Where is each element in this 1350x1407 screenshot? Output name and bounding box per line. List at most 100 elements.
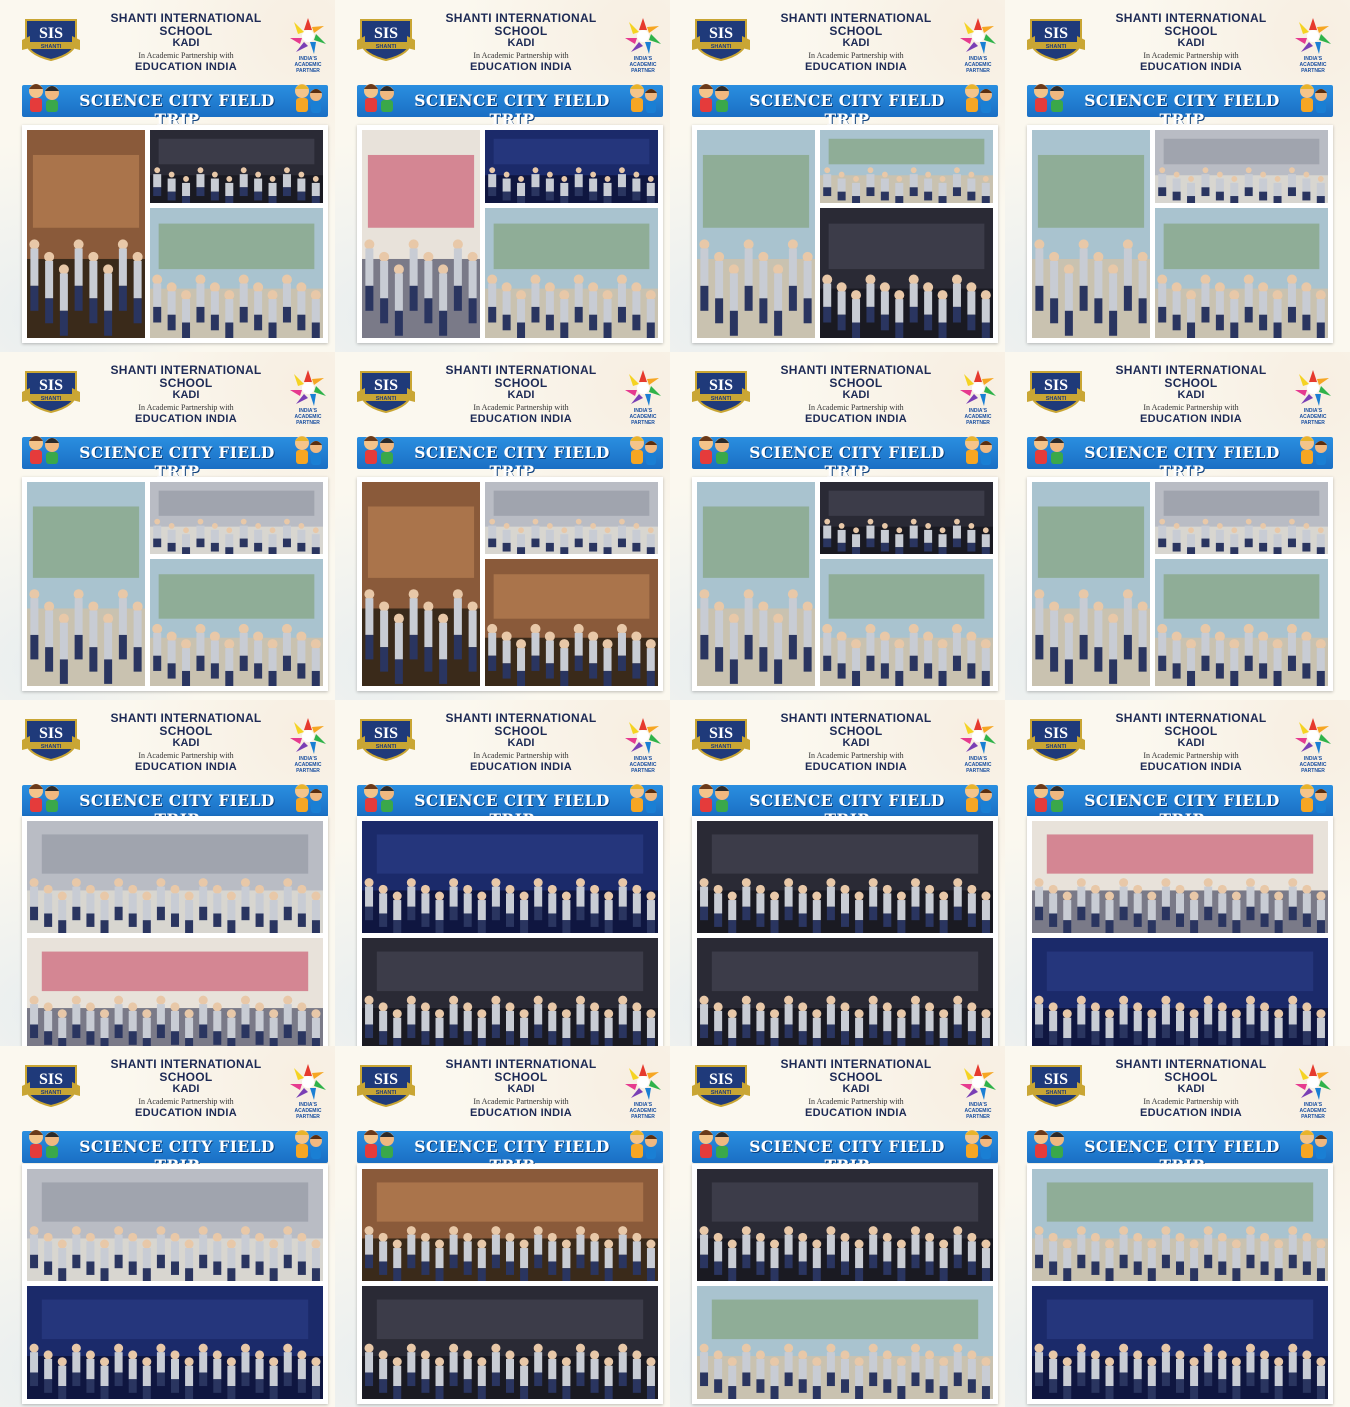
partner-logo-caption: INDIA'S ACADEMIC PARTNER [294, 56, 322, 74]
school-name-block: SHANTI INTERNATIONAL SCHOOL KADI In Acad… [1091, 1058, 1291, 1120]
photo-students-group-museum [485, 482, 658, 554]
sis-crest-icon: SIS SHANTI [357, 14, 415, 62]
svg-text:SHANTI: SHANTI [41, 396, 62, 402]
school-name-block: SHANTI INTERNATIONAL SCHOOL KADI In Acad… [86, 12, 286, 74]
kids-right-icon [630, 1130, 657, 1159]
title-banner: SCIENCE CITY FIELD TRIP [692, 784, 998, 829]
svg-text:SIS: SIS [709, 725, 733, 742]
kids-left-icon [364, 1130, 394, 1158]
poster-header: SIS SHANTI SHANTI INTERNATIONAL SCHOOL K… [335, 1046, 670, 1120]
svg-text:SHANTI: SHANTI [41, 44, 62, 50]
school-location: KADI [842, 37, 870, 50]
sis-crest-icon: SIS SHANTI [357, 1060, 415, 1108]
kids-right-icon [630, 784, 657, 813]
banner-title: SCIENCE CITY FIELD TRIP [749, 443, 945, 481]
svg-text:SIS: SIS [374, 1071, 398, 1088]
photo-collage [357, 477, 663, 691]
partner-logo-caption: INDIA'S ACADEMIC PARTNER [964, 56, 992, 74]
banner-title: SCIENCE CITY FIELD TRIP [414, 91, 610, 129]
poster-header: SIS SHANTI SHANTI INTERNATIONAL SCHOOL K… [1005, 0, 1350, 74]
poster-grid: SIS SHANTI SHANTI INTERNATIONAL SCHOOL K… [0, 0, 1350, 1407]
photo-students-3d-theatre [820, 482, 993, 554]
photo-collage [357, 1164, 663, 1404]
photo-collage [22, 477, 328, 691]
svg-text:SIS: SIS [1044, 725, 1068, 742]
school-location: KADI [507, 389, 535, 402]
kids-left-icon [699, 784, 729, 812]
partnership-label: In Academic Partnership with [138, 1096, 234, 1106]
sis-crest-icon: SIS SHANTI [357, 714, 415, 762]
school-name-block: SHANTI INTERNATIONAL SCHOOL KADI In Acad… [1091, 12, 1291, 74]
school-name: SHANTI INTERNATIONAL SCHOOL [1115, 1057, 1267, 1084]
svg-text:SHANTI: SHANTI [1046, 1090, 1067, 1096]
partner-name: EDUCATION INDIA [804, 413, 908, 426]
title-banner: SCIENCE CITY FIELD TRIP [692, 84, 998, 129]
photo-collage [357, 816, 663, 1046]
photo-students-3d-theatre-bubbles [697, 938, 993, 1046]
partner-name: EDUCATION INDIA [1139, 413, 1243, 426]
kids-right-icon [295, 84, 322, 113]
school-name: SHANTI INTERNATIONAL SCHOOL [110, 363, 262, 390]
school-name: SHANTI INTERNATIONAL SCHOOL [110, 11, 262, 38]
school-location: KADI [507, 737, 535, 750]
sis-crest-icon: SIS SHANTI [22, 1060, 80, 1108]
svg-text:SIS: SIS [709, 377, 733, 394]
poster-card-4: SIS SHANTI SHANTI INTERNATIONAL SCHOOL K… [1005, 0, 1350, 352]
poster-header: SIS SHANTI SHANTI INTERNATIONAL SCHOOL K… [335, 0, 670, 74]
poster-card-5: SIS SHANTI SHANTI INTERNATIONAL SCHOOL K… [0, 352, 335, 700]
school-location: KADI [172, 1083, 200, 1096]
school-location: KADI [1177, 737, 1205, 750]
partner-name: EDUCATION INDIA [469, 761, 573, 774]
photo-students-group-courtyard [820, 130, 993, 203]
partnership-label: In Academic Partnership with [473, 1096, 569, 1106]
kids-right-icon [965, 436, 992, 465]
school-name: SHANTI INTERNATIONAL SCHOOL [445, 1057, 597, 1084]
kids-left-icon [699, 1130, 729, 1158]
kids-left-icon [1034, 784, 1064, 812]
partner-name: EDUCATION INDIA [134, 1107, 238, 1120]
education-india-logo-icon: INDIA'S ACADEMIC PARTNER [956, 368, 1000, 426]
sis-crest-icon: SIS SHANTI [692, 366, 750, 414]
banner-title: SCIENCE CITY FIELD TRIP [414, 443, 610, 481]
school-name-block: SHANTI INTERNATIONAL SCHOOL KADI In Acad… [756, 1058, 956, 1120]
partnership-label: In Academic Partnership with [1143, 402, 1239, 412]
school-name-block: SHANTI INTERNATIONAL SCHOOL KADI In Acad… [86, 1058, 286, 1120]
title-banner: SCIENCE CITY FIELD TRIP [357, 784, 663, 829]
photo-collage [692, 477, 998, 691]
svg-text:SIS: SIS [1044, 1071, 1068, 1088]
kids-right-icon [630, 436, 657, 465]
svg-text:SHANTI: SHANTI [711, 44, 732, 50]
poster-header: SIS SHANTI SHANTI INTERNATIONAL SCHOOL K… [0, 1046, 335, 1120]
photo-students-world-map-wall [1032, 1286, 1328, 1399]
photo-heart-model-exhibit [27, 130, 145, 338]
photo-students-seated-floor [27, 821, 323, 933]
poster-card-1: SIS SHANTI SHANTI INTERNATIONAL SCHOOL K… [0, 0, 335, 352]
partner-name: EDUCATION INDIA [1139, 761, 1243, 774]
school-name: SHANTI INTERNATIONAL SCHOOL [110, 711, 262, 738]
partner-logo-caption: INDIA'S ACADEMIC PARTNER [1299, 1102, 1327, 1120]
photo-students-group-dinosaur [150, 559, 323, 686]
kids-left-icon [699, 436, 729, 464]
school-location: KADI [172, 389, 200, 402]
partnership-label: In Academic Partnership with [808, 402, 904, 412]
partner-name: EDUCATION INDIA [134, 61, 238, 74]
sis-crest-icon: SIS SHANTI [22, 714, 80, 762]
photo-students-group-robot-courtyard [150, 208, 323, 338]
title-banner: SCIENCE CITY FIELD TRIP [22, 436, 328, 481]
svg-text:SHANTI: SHANTI [711, 1090, 732, 1096]
photo-students-by-bus [27, 938, 323, 1046]
school-location: KADI [507, 37, 535, 50]
photo-students-seated-auditorium [820, 208, 993, 338]
svg-text:SIS: SIS [39, 377, 63, 394]
school-location: KADI [842, 389, 870, 402]
partner-logo-caption: INDIA'S ACADEMIC PARTNER [294, 1102, 322, 1120]
photo-students-with-astronaut [362, 821, 658, 933]
poster-header: SIS SHANTI SHANTI INTERNATIONAL SCHOOL K… [670, 352, 1005, 426]
title-banner: SCIENCE CITY FIELD TRIP [1027, 1130, 1333, 1175]
school-name: SHANTI INTERNATIONAL SCHOOL [1115, 11, 1267, 38]
photo-students-group-robot-building [1155, 208, 1328, 338]
photo-collage [1027, 477, 1333, 691]
photo-students-group-dark-hall [150, 130, 323, 203]
sis-crest-icon: SIS SHANTI [692, 14, 750, 62]
education-india-logo-icon: INDIA'S ACADEMIC PARTNER [621, 368, 665, 426]
